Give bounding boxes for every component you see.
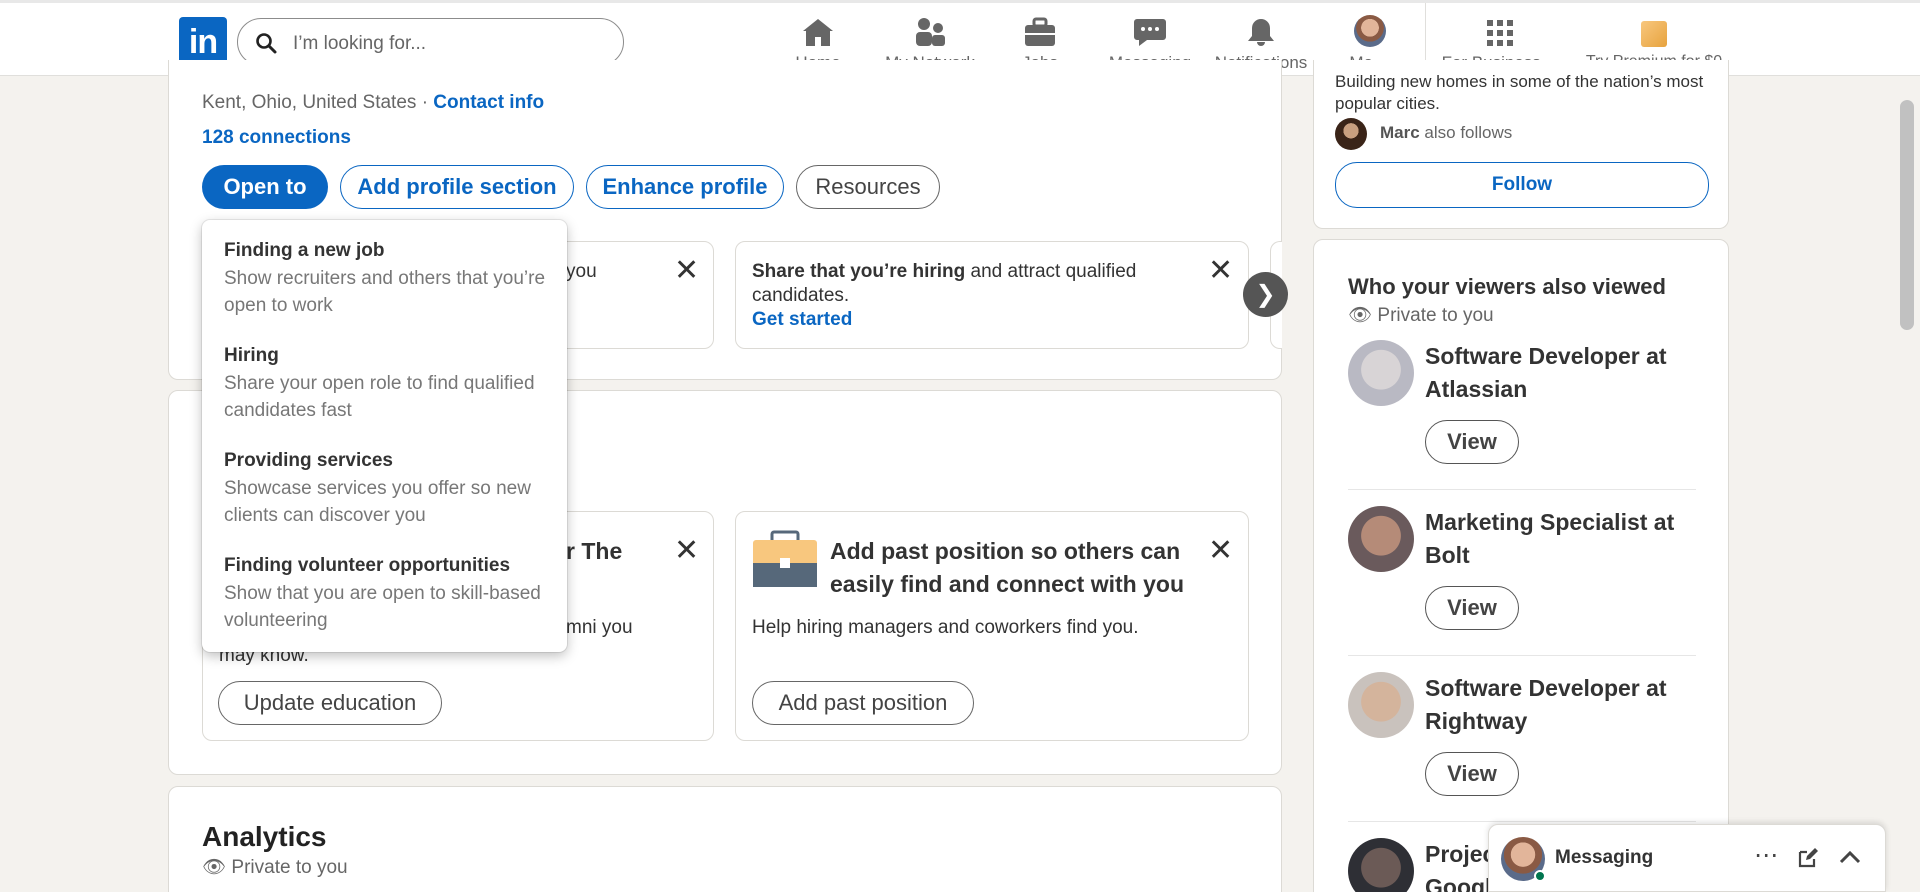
resources-button[interactable]: Resources xyxy=(796,165,940,209)
menu-item-title: Hiring xyxy=(224,345,279,366)
follower-line: Marc also follows xyxy=(1380,123,1512,143)
grid-icon xyxy=(1487,20,1513,46)
avatar xyxy=(1335,118,1367,150)
close-icon[interactable]: ✕ xyxy=(1208,536,1233,566)
avatar xyxy=(1348,672,1414,738)
menu-item-title: Providing services xyxy=(224,450,393,471)
bell-icon xyxy=(1248,19,1274,46)
viewer-name[interactable]: Marketing Specialist at Bolt xyxy=(1425,506,1685,572)
scrollbar[interactable] xyxy=(1900,100,1914,330)
menu-item-desc: Showcase services you offer so new clien… xyxy=(224,478,531,526)
avatar xyxy=(1354,15,1386,47)
compose-icon[interactable] xyxy=(1797,847,1819,869)
search-placeholder: I’m looking for... xyxy=(293,33,427,54)
viewer-name[interactable]: Projec Googl xyxy=(1425,838,1495,892)
network-icon xyxy=(916,18,945,46)
profile-location-line: Kent, Ohio, United States · Contact info xyxy=(202,92,544,114)
premium-icon xyxy=(1641,21,1667,47)
eye-icon: 👁 xyxy=(1348,305,1373,326)
contact-info-link[interactable]: Contact info xyxy=(433,92,544,113)
connections-link[interactable]: 128 connections xyxy=(202,127,351,149)
past-position-title: Add past position so others can easily f… xyxy=(830,538,1184,597)
enhance-profile-button[interactable]: Enhance profile xyxy=(586,165,784,209)
viewers-title: Who your viewers also viewed xyxy=(1348,274,1666,299)
follow-button[interactable]: Follow xyxy=(1335,162,1709,208)
messaging-label: Messaging xyxy=(1555,847,1654,868)
avatar xyxy=(1348,506,1414,572)
analytics-title: Analytics xyxy=(202,821,327,852)
linkedin-logo[interactable]: in xyxy=(179,17,227,65)
search-icon xyxy=(256,33,277,54)
menu-item-finding-job[interactable]: Finding a new job Show recruiters and ot… xyxy=(224,240,554,319)
follower-rest: also follows xyxy=(1419,123,1513,142)
divider xyxy=(1348,655,1696,656)
open-to-button[interactable]: Open to xyxy=(202,165,328,209)
online-status-icon xyxy=(1534,870,1546,882)
divider xyxy=(1348,821,1696,822)
viewers-privacy-text: Private to you xyxy=(1377,305,1494,326)
hiring-bold-text: Share that you’re hiring xyxy=(752,261,966,282)
carousel-next-button[interactable]: ❯ xyxy=(1243,272,1288,317)
home-icon xyxy=(803,19,833,46)
menu-item-desc: Show recruiters and others that you’re o… xyxy=(224,268,546,316)
messaging-icon xyxy=(1134,19,1166,46)
avatar xyxy=(1348,340,1414,406)
get-started-link[interactable]: Get started xyxy=(752,309,852,331)
company-description: Building new homes in some of the nation… xyxy=(1335,72,1704,113)
profile-location: Kent, Ohio, United States xyxy=(202,92,417,113)
menu-item-volunteer[interactable]: Finding volunteer opportunities Show tha… xyxy=(224,555,554,634)
update-education-button[interactable]: Update education xyxy=(218,681,442,725)
view-button[interactable]: View xyxy=(1425,420,1519,464)
viewers-privacy: 👁 Private to you xyxy=(1348,303,1494,327)
analytics-privacy-text: Private to you xyxy=(231,857,348,878)
messaging-overlay[interactable]: Messaging ⋯ xyxy=(1488,824,1886,892)
menu-item-title: Finding volunteer opportunities xyxy=(224,555,511,576)
suggestion-card-1-text: you xyxy=(566,261,597,282)
menu-item-desc: Share your open role to find qualified c… xyxy=(224,373,535,421)
search-input[interactable]: I’m looking for... xyxy=(237,18,624,66)
education-desc-partial: mni you xyxy=(566,617,633,638)
add-profile-section-button[interactable]: Add profile section xyxy=(340,165,574,209)
hiring-suggestion-text: Share that you’re hiring and attract qua… xyxy=(752,260,1172,308)
close-icon[interactable]: ✕ xyxy=(674,256,699,286)
menu-item-providing-services[interactable]: Providing services Showcase services you… xyxy=(224,450,554,529)
add-past-position-button[interactable]: Add past position xyxy=(752,681,974,725)
eye-icon: 👁 xyxy=(202,857,227,878)
chevron-right-icon: ❯ xyxy=(1255,281,1276,308)
viewer-name[interactable]: Software Developer at Atlassian xyxy=(1425,340,1685,406)
view-button[interactable]: View xyxy=(1425,586,1519,630)
follower-name: Marc xyxy=(1380,123,1420,142)
view-button[interactable]: View xyxy=(1425,752,1519,796)
open-to-menu: Finding a new job Show recruiters and ot… xyxy=(202,220,567,652)
divider xyxy=(1348,489,1696,490)
close-icon[interactable]: ✕ xyxy=(674,536,699,566)
education-title-partial: r The xyxy=(566,538,623,564)
briefcase-icon xyxy=(753,530,817,587)
past-position-desc: Help hiring managers and coworkers find … xyxy=(752,617,1139,638)
menu-item-title: Finding a new job xyxy=(224,240,385,261)
menu-item-hiring[interactable]: Hiring Share your open role to find qual… xyxy=(224,345,554,424)
briefcase-icon xyxy=(1025,17,1055,46)
close-icon[interactable]: ✕ xyxy=(1208,256,1233,286)
separator: · xyxy=(421,92,429,113)
viewer-name[interactable]: Software Developer at Rightway xyxy=(1425,672,1685,738)
analytics-privacy: 👁 Private to you xyxy=(202,855,348,879)
menu-item-desc: Show that you are open to skill-based vo… xyxy=(224,583,541,631)
more-options-icon[interactable]: ⋯ xyxy=(1754,841,1778,870)
chevron-up-icon[interactable] xyxy=(1839,849,1861,865)
